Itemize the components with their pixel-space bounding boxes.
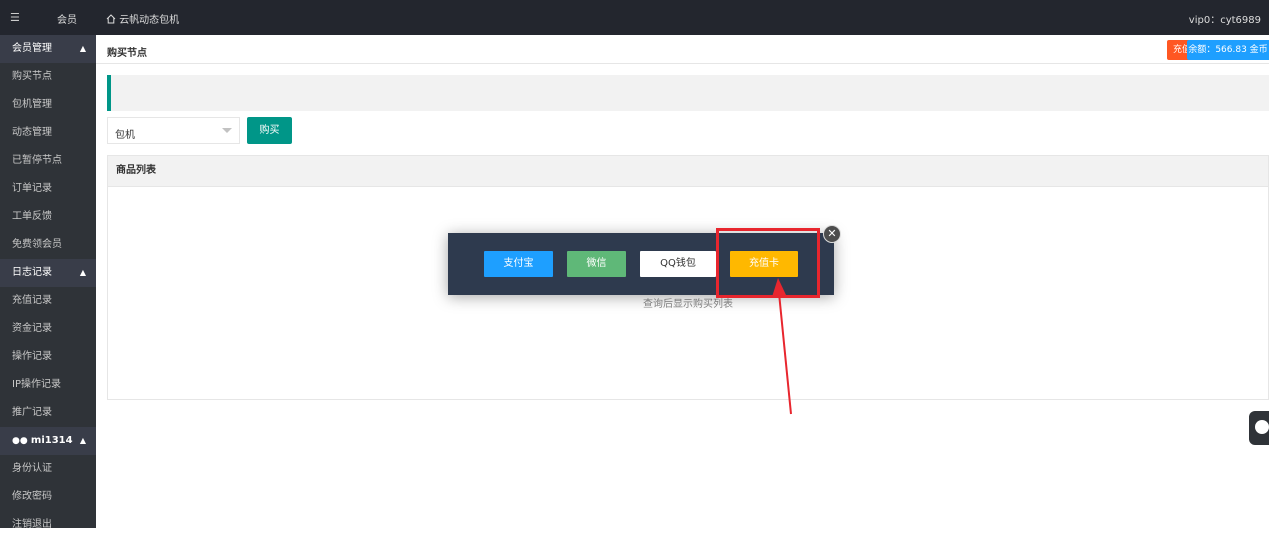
annotation-arrow [772, 278, 792, 415]
